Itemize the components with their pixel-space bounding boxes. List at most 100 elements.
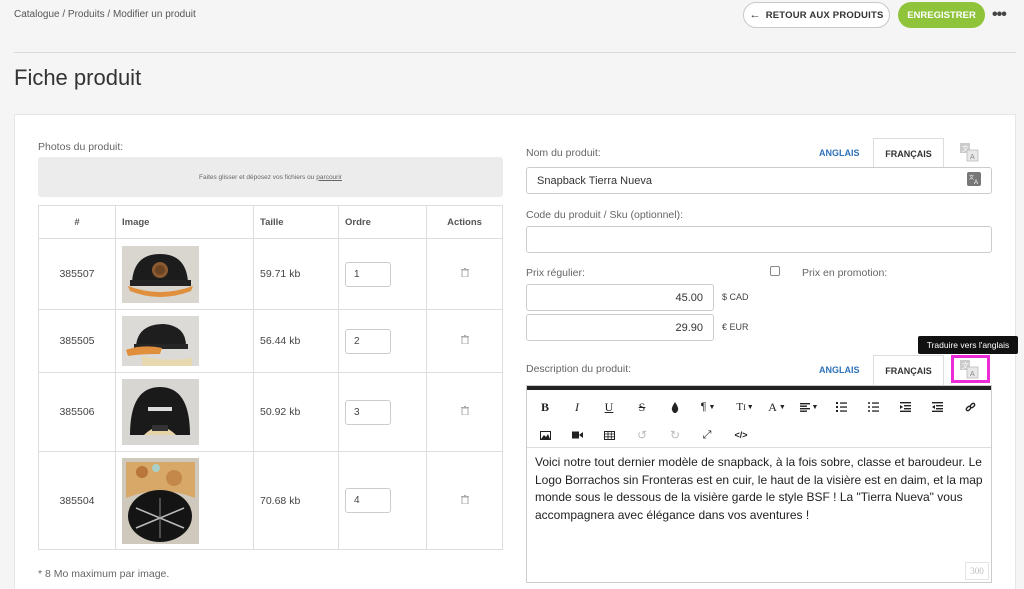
bold-button[interactable]: B (537, 398, 553, 416)
promo-checkbox[interactable] (770, 266, 780, 276)
photo-image-cell (115, 451, 254, 550)
more-options-icon[interactable]: ••• (992, 6, 1007, 24)
product-name-value: Snapback Tierra Nueva (537, 174, 652, 187)
product-name-input[interactable]: Snapback Tierra Nueva (526, 167, 992, 194)
arrow-left-icon: ← (749, 9, 761, 21)
unordered-list-icon[interactable] (865, 398, 881, 416)
align-left-icon (799, 402, 810, 412)
editor-toolbar: B I U S ¶ ▼ T I ▼ A ▼ ▼ ↺ ↻ ⤢ </> (527, 390, 991, 448)
save-button[interactable]: ENREGISTRER (898, 2, 985, 28)
photo-order-cell: 2 (338, 309, 427, 373)
photo-order-cell: 3 (338, 372, 427, 452)
photo-image-cell (115, 238, 254, 310)
browse-link[interactable]: parcourir (316, 174, 342, 181)
page-title: Fiche produit (14, 65, 142, 90)
link-icon[interactable] (962, 398, 978, 416)
tab-french-name[interactable]: FRANÇAIS (873, 138, 944, 168)
tab-english-description[interactable]: ANGLAIS (819, 365, 860, 375)
breadcrumb[interactable]: Catalogue / Produits / Modifier un produ… (14, 9, 196, 20)
photos-table: # Image Taille Ordre Actions 385507 59.7… (38, 205, 503, 550)
photo-image-cell (115, 309, 254, 373)
photo-thumbnail[interactable] (122, 457, 199, 544)
photo-thumbnail[interactable] (122, 379, 199, 445)
caret-down-icon: ▼ (811, 403, 819, 411)
photo-dropzone[interactable]: Faites glisser et déposez vos fichiers o… (38, 157, 503, 197)
svg-text:A: A (974, 180, 978, 186)
order-input[interactable]: 3 (345, 399, 391, 425)
sku-input[interactable] (526, 226, 992, 253)
translate-tooltip: Traduire vers l'anglais (918, 336, 1018, 354)
indent-icon[interactable] (929, 398, 945, 416)
code-view-icon[interactable]: </> (731, 426, 751, 444)
dropzone-text: Faites glisser et déposez vos fichiers o… (199, 173, 315, 181)
description-text[interactable]: Voici notre tout dernier modèle de snapb… (535, 454, 987, 524)
column-header-order: Ordre (338, 205, 427, 239)
photo-id: 385505 (38, 309, 116, 373)
back-to-products-button[interactable]: ← RETOUR AUX PRODUITS (743, 2, 890, 28)
column-header-size: Taille (253, 205, 339, 239)
regular-price-label: Prix régulier: (526, 267, 585, 279)
description-label: Description du produit: (526, 363, 632, 375)
currency-eur-label: € EUR (722, 322, 749, 332)
strikethrough-button[interactable]: S (634, 398, 650, 416)
photos-label: Photos du produit: (38, 141, 124, 153)
order-input[interactable]: 1 (345, 261, 391, 287)
photo-order-cell: 1 (338, 238, 427, 310)
table-header-row: # Image Taille Ordre Actions (38, 205, 503, 239)
photo-actions-cell (426, 309, 503, 373)
font-color-dropdown[interactable]: A ▼ (766, 398, 788, 416)
character-count: 300 (965, 562, 989, 580)
table-row: 385507 59.71 kb 1 (38, 238, 503, 310)
photo-thumbnail[interactable] (122, 316, 199, 366)
redo-icon[interactable]: ↻ (667, 426, 683, 444)
back-button-label: RETOUR AUX PRODUITS (765, 9, 884, 21)
translate-highlight-box (951, 355, 990, 383)
paragraph-dropdown[interactable]: ¶ ▼ (697, 398, 719, 416)
table-icon[interactable] (601, 426, 617, 444)
max-size-footnote: * 8 Mo maximum par image. (38, 568, 170, 580)
table-row: 385504 70.68 kb 4 (38, 451, 503, 550)
video-icon[interactable] (569, 426, 585, 444)
tab-french-description[interactable]: FRANÇAIS (873, 355, 944, 385)
italic-button[interactable]: I (569, 398, 585, 416)
photo-actions-cell (426, 451, 503, 550)
order-input[interactable]: 2 (345, 328, 391, 354)
ink-drop-icon[interactable] (667, 398, 683, 416)
undo-icon[interactable]: ↺ (634, 426, 650, 444)
trash-icon[interactable] (460, 406, 469, 415)
photo-size: 50.92 kb (253, 372, 339, 452)
outdent-icon[interactable] (897, 398, 913, 416)
underline-button[interactable]: U (601, 398, 617, 416)
align-dropdown[interactable]: ▼ (798, 398, 820, 416)
column-header-image: Image (115, 205, 254, 239)
table-row: 385506 50.92 kb 3 (38, 372, 503, 452)
photo-id: 385504 (38, 451, 116, 550)
translate-icon[interactable]: 文 A (959, 142, 979, 162)
caret-down-icon: ▼ (708, 403, 716, 411)
header-divider (14, 52, 1016, 53)
price-eur-input[interactable]: 29.90 (526, 314, 714, 341)
ordered-list-icon[interactable] (833, 398, 849, 416)
trash-icon[interactable] (460, 494, 469, 504)
photo-size: 56.44 kb (253, 309, 339, 373)
image-icon[interactable] (537, 426, 553, 444)
trash-icon[interactable] (460, 268, 469, 277)
fullscreen-icon[interactable]: ⤢ (699, 426, 715, 444)
currency-cad-label: $ CAD (722, 292, 749, 302)
translate-small-icon[interactable]: 文 A (967, 172, 981, 186)
tab-english-name[interactable]: ANGLAIS (819, 148, 860, 158)
trash-icon[interactable] (460, 335, 469, 344)
photo-size: 59.71 kb (253, 238, 339, 310)
order-input[interactable]: 4 (345, 488, 391, 513)
photo-thumbnail[interactable] (122, 245, 199, 303)
photo-id: 385507 (38, 238, 116, 310)
photo-size: 70.68 kb (253, 451, 339, 550)
price-cad-input[interactable]: 45.00 (526, 284, 714, 311)
font-color-icon: A (768, 399, 777, 414)
product-name-label: Nom du produit: (526, 147, 601, 159)
column-header-actions: Actions (426, 205, 503, 239)
font-size-dropdown[interactable]: T I ▼ (732, 398, 758, 416)
sku-label: Code du produit / Sku (optionnel): (526, 209, 684, 221)
paragraph-icon: ¶ (700, 401, 707, 413)
photo-actions-cell (426, 372, 503, 452)
